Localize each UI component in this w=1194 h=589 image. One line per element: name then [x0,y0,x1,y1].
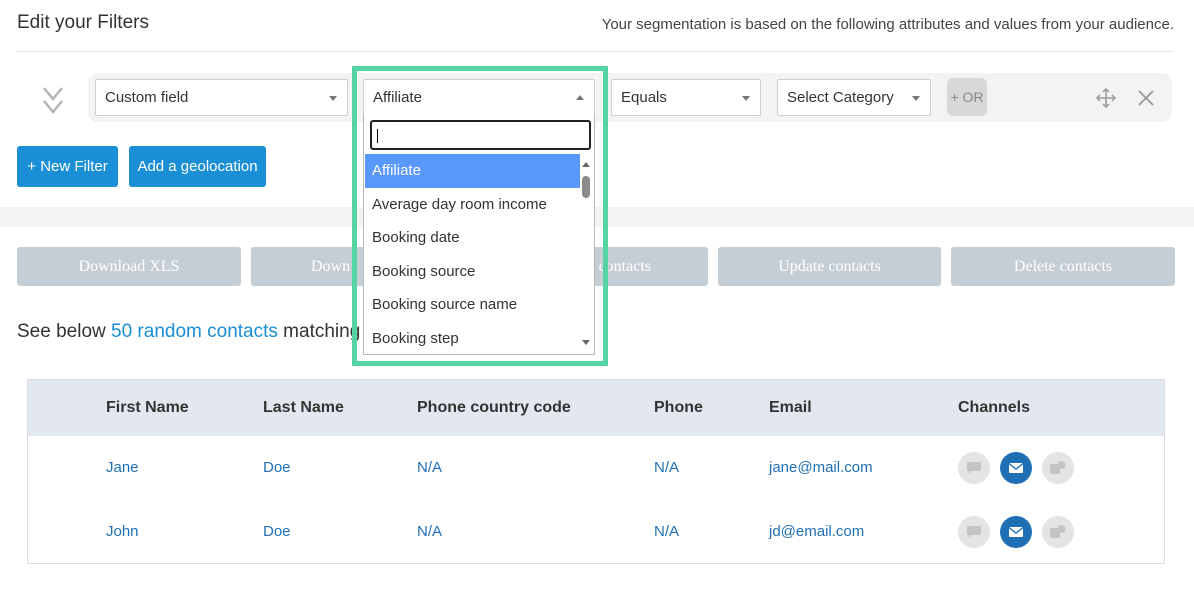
email-cell[interactable]: jane@mail.com [769,459,873,476]
move-icon[interactable] [1096,88,1116,108]
category-select[interactable]: Select Category [777,79,931,116]
sms-icon[interactable] [958,516,990,548]
phone-cell[interactable]: N/A [654,459,679,476]
double-chevron-down-icon[interactable] [40,84,66,118]
sms-icon[interactable] [958,452,990,484]
chevron-down-icon [329,96,337,101]
new-filter-button[interactable]: + New Filter [17,146,118,187]
whatsapp-icon[interactable] [1042,516,1074,548]
operator-select[interactable]: Equals [611,79,761,116]
operator-select-value: Equals [621,89,667,106]
page-subtitle: Your segmentation is based on the follow… [601,16,1174,33]
field-select[interactable]: Custom field [95,79,348,116]
column-header: Phone [654,399,703,416]
or-button[interactable]: + OR [947,78,987,116]
field-select-value: Custom field [105,89,189,106]
update-contacts-button[interactable]: Update contacts [718,247,941,286]
contacts-summary-prefix: See below [17,321,112,342]
column-header: Phone country code [417,399,571,416]
random-contacts-link[interactable]: 50 random contacts [111,321,278,342]
column-header: Channels [958,399,1031,416]
chevron-down-icon [742,96,750,101]
category-select-value: Select Category [787,89,894,106]
first-name-cell[interactable]: John [106,523,139,540]
column-header: First Name [106,399,189,416]
contacts-table: First Name Last Name Phone country code … [27,379,1165,564]
last-name-cell[interactable]: Doe [263,459,291,476]
phone-country-code-cell[interactable]: N/A [417,459,442,476]
page-title: Edit your Filters [17,12,149,33]
add-geolocation-button[interactable]: Add a geolocation [129,146,266,187]
column-header: Email [769,399,812,416]
close-icon[interactable] [1137,89,1155,107]
contacts-summary: See below 50 random contacts matching yo… [17,321,396,343]
phone-cell[interactable]: N/A [654,523,679,540]
table-header: First Name Last Name Phone country code … [28,380,1164,436]
email-icon[interactable] [1000,516,1032,548]
chevron-down-icon [912,96,920,101]
first-name-cell[interactable]: Jane [106,459,139,476]
last-name-cell[interactable]: Doe [263,523,291,540]
download-xls-button[interactable]: Download XLS [17,247,241,286]
email-cell[interactable]: jd@email.com [769,523,864,540]
divider [17,51,1174,52]
email-icon[interactable] [1000,452,1032,484]
phone-country-code-cell[interactable]: N/A [417,523,442,540]
whatsapp-icon[interactable] [1042,452,1074,484]
highlight-box [352,66,608,366]
column-header: Last Name [263,399,344,416]
delete-contacts-button[interactable]: Delete contacts [951,247,1175,286]
